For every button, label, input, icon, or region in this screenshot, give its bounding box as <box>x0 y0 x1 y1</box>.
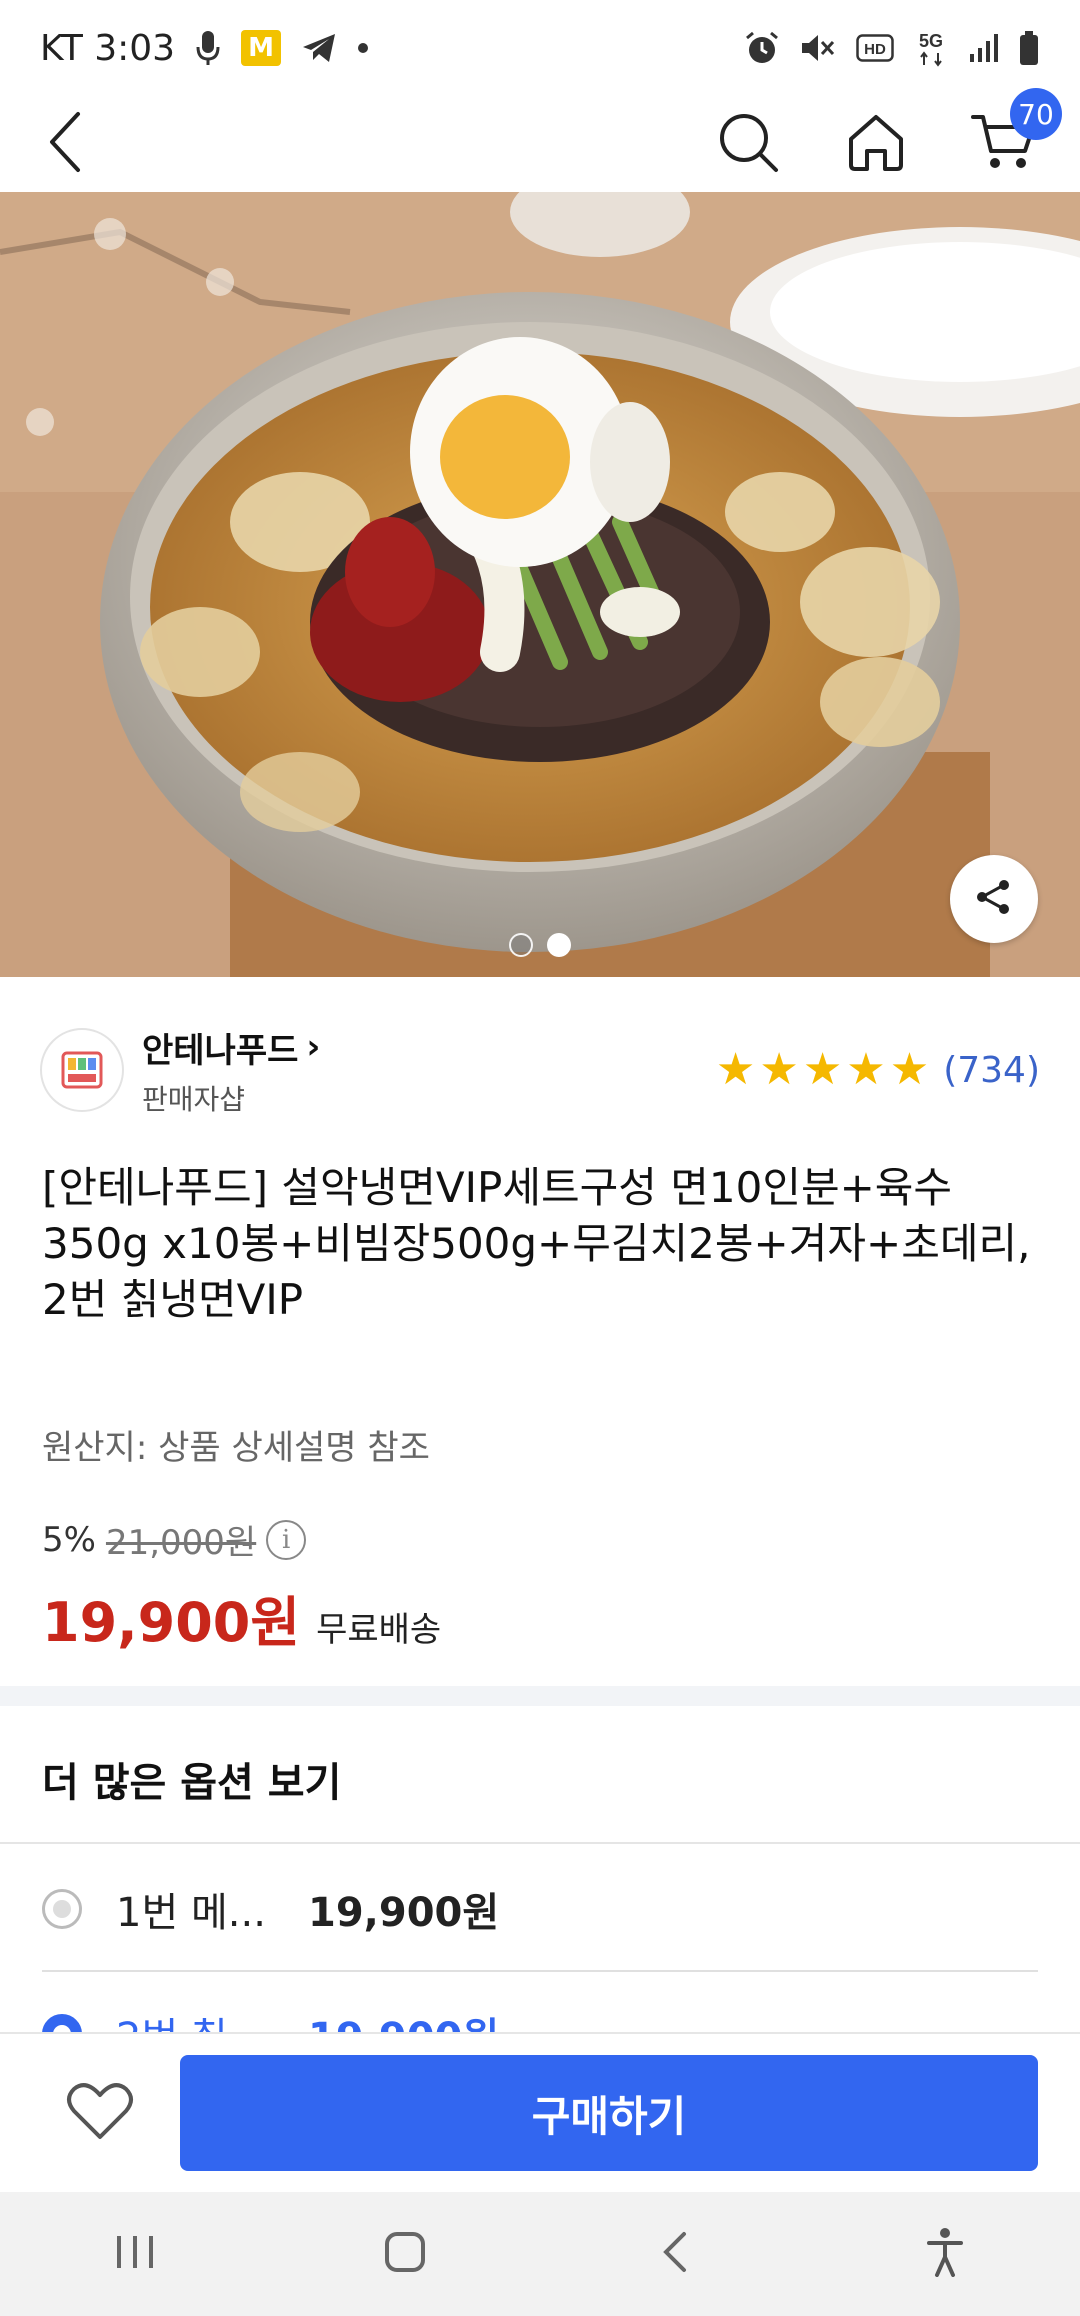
sale-row: 19,900원 무료배송 <box>42 1578 441 1657</box>
seller-name: 안테나푸드 <box>142 1030 299 1071</box>
seller-row: 안테나푸드 › 판매자샵 ★ ★ ★ ★ ★ (734) <box>40 1020 1040 1120</box>
discount-row: 5% 21,000원 i <box>42 1515 441 1564</box>
home-icon <box>845 111 907 177</box>
hd-text: HD <box>864 41 886 58</box>
buy-button[interactable]: 구매하기 <box>180 2055 1038 2171</box>
search-button[interactable] <box>712 108 784 180</box>
share-button[interactable] <box>950 855 1038 943</box>
5g-text: 5G <box>919 31 943 51</box>
info-icon[interactable]: i <box>266 1519 307 1560</box>
original-price: 21,000원 <box>105 1523 257 1563</box>
alarm-icon <box>744 28 780 68</box>
wishlist-button[interactable] <box>40 2063 160 2163</box>
system-nav-bar <box>0 2192 1080 2316</box>
option-item[interactable]: 1번 메... 19,900원 <box>42 1848 1038 1972</box>
cart-button[interactable]: 70 <box>968 88 1062 180</box>
dot-icon <box>357 28 369 68</box>
seller-type: 판매자샵 <box>142 1082 246 1116</box>
options-divider <box>0 1842 1080 1844</box>
5g-icon: 5G <box>914 28 948 68</box>
product-title: [안테나푸드] 설악냉면VIP세트구성 면10인분+육수350g x10봉+비빔… <box>42 1163 1031 1324</box>
m-badge-icon: M <box>241 30 282 66</box>
section-divider <box>0 1686 1080 1706</box>
seller-info[interactable]: 안테나푸드 › 판매자샵 <box>142 1023 320 1118</box>
heart-icon <box>66 2081 134 2145</box>
seller-name-link[interactable]: 안테나푸드 › <box>142 1023 320 1072</box>
accessibility-button[interactable] <box>900 2209 990 2299</box>
chevron-right-icon: › <box>306 1027 321 1067</box>
battery-icon <box>1018 28 1040 68</box>
carousel-dot[interactable] <box>509 933 533 957</box>
discount-rate: 5% <box>42 1519 96 1560</box>
recents-button[interactable] <box>90 2209 180 2299</box>
product-photo <box>0 192 1080 977</box>
telegram-icon <box>301 28 337 68</box>
share-icon <box>974 877 1014 921</box>
hd-icon: HD <box>856 28 894 68</box>
option-radio[interactable] <box>42 1889 82 1929</box>
price-block: 5% 21,000원 i 19,900원 무료배송 <box>42 1515 441 1657</box>
star-icon: ★ <box>759 1044 799 1095</box>
sale-price: 19,900원 <box>42 1591 301 1654</box>
star-icon: ★ <box>846 1044 886 1095</box>
back-nav-button[interactable] <box>630 2209 720 2299</box>
back-icon <box>46 110 86 178</box>
mic-icon <box>195 28 221 68</box>
home-button[interactable] <box>840 108 912 180</box>
review-count[interactable]: (734) <box>943 1050 1040 1091</box>
home-nav-button[interactable] <box>360 2209 450 2299</box>
shipping-info: 무료배송 <box>316 1610 442 1650</box>
star-icon: ★ <box>715 1044 756 1095</box>
options-header: 더 많은 옵션 보기 <box>42 1760 342 1806</box>
rating[interactable]: ★ ★ ★ ★ ★ (734) <box>716 1048 1040 1092</box>
bottom-action-bar: 구매하기 <box>0 2032 1080 2192</box>
recents-icon <box>113 2232 157 2276</box>
mute-icon <box>800 28 836 68</box>
cart-count-badge: 70 <box>1010 88 1062 140</box>
back-chevron-icon <box>660 2230 690 2278</box>
status-right: HD 5G <box>744 28 1040 68</box>
star-icon: ★ <box>802 1044 843 1095</box>
nav-actions: 70 <box>712 88 1062 180</box>
star-icon: ★ <box>889 1044 930 1095</box>
carousel-dot-active[interactable] <box>547 933 571 957</box>
product-image-carousel[interactable] <box>0 192 1080 977</box>
origin-info: 원산지: 상품 상세설명 참조 <box>42 1428 430 1468</box>
option-label: 1번 메... <box>116 1890 266 1936</box>
status-bar: KT 3:03 M HD 5G <box>0 0 1080 96</box>
carousel-dots <box>0 933 1080 957</box>
accessibility-icon <box>925 2227 965 2281</box>
carrier-time: KT 3:03 <box>40 27 176 69</box>
status-left: KT 3:03 M <box>40 28 369 69</box>
home-square-icon <box>383 2230 427 2278</box>
search-icon <box>716 110 780 178</box>
top-nav: 70 <box>0 88 1080 192</box>
signal-icon <box>968 28 998 68</box>
back-button[interactable] <box>30 108 102 180</box>
option-price: 19,900원 <box>308 1890 500 1936</box>
seller-logo[interactable] <box>40 1028 124 1112</box>
